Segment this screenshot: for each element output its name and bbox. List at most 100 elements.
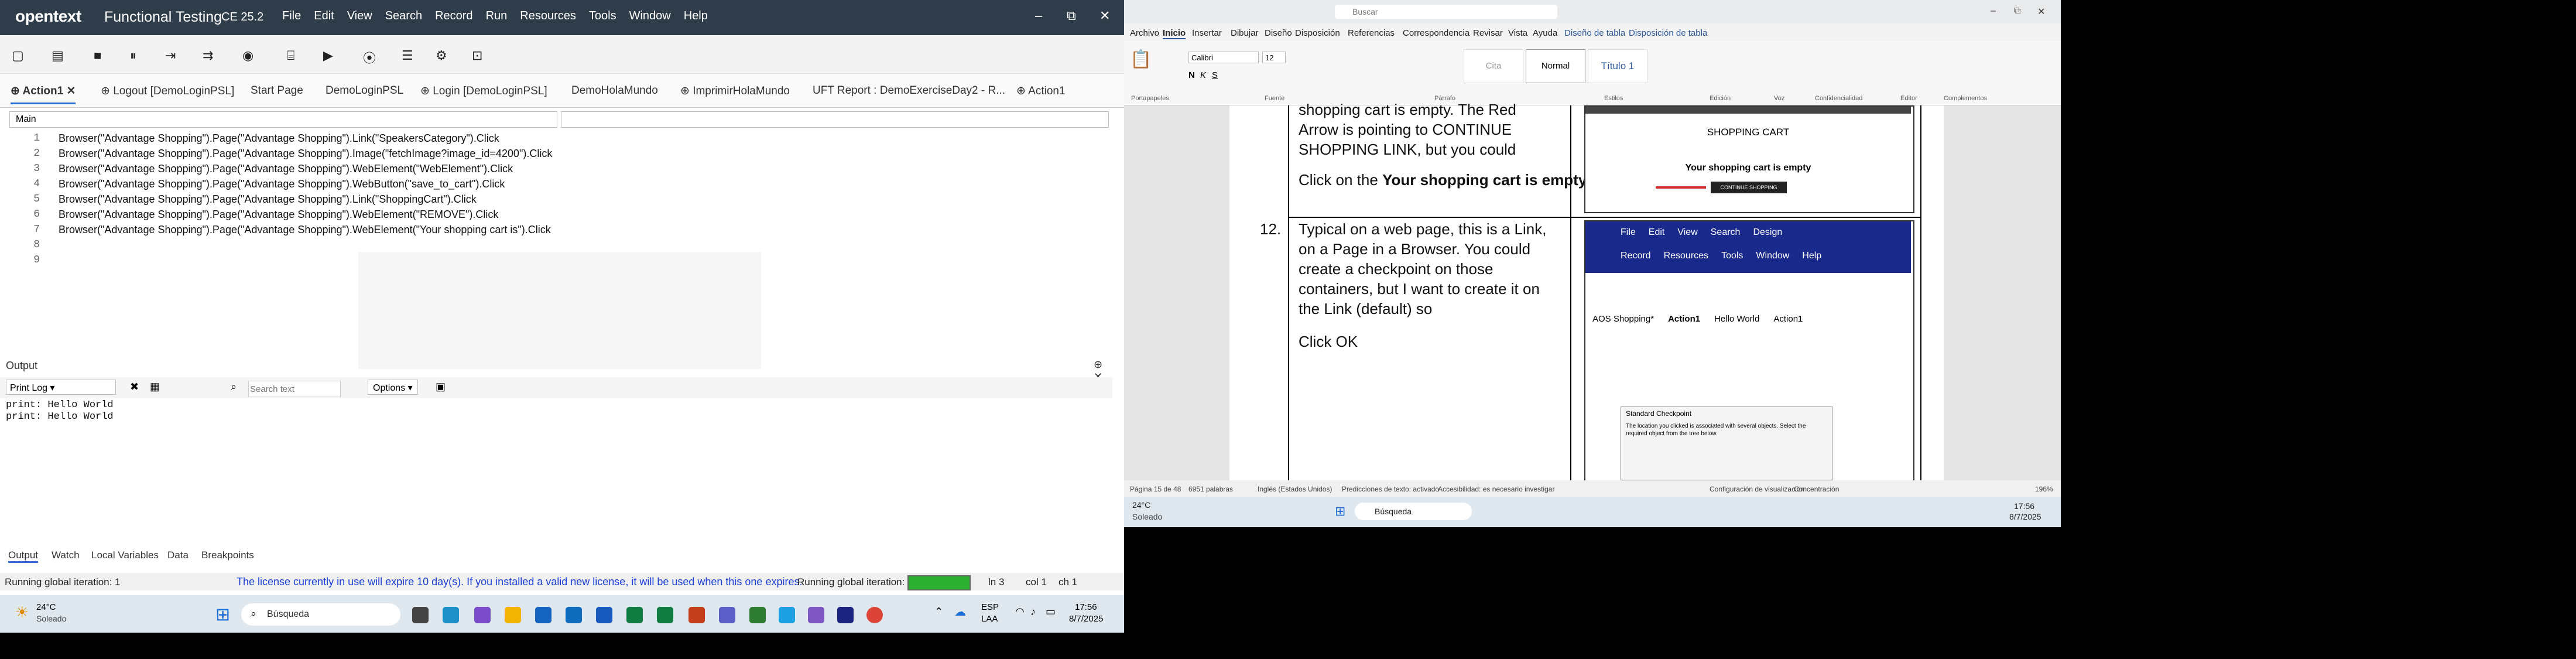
excel-icon-2[interactable] [657, 607, 673, 623]
teams-icon[interactable] [719, 607, 735, 623]
menu-search[interactable]: Search [385, 9, 422, 23]
screen-icon[interactable]: ⊡ [472, 48, 482, 63]
edge-icon[interactable] [443, 607, 459, 623]
code-line[interactable]: Browser("Advantage Shopping").Page("Adva… [59, 193, 477, 206]
powerpoint-icon[interactable] [688, 607, 705, 623]
menu-window[interactable]: Window [629, 9, 671, 23]
app-icon[interactable] [749, 607, 766, 623]
zoom-level[interactable]: 196% [2035, 485, 2053, 493]
tool-icon[interactable] [808, 607, 824, 623]
clock-date[interactable]: 8/7/2025 [2009, 512, 2041, 521]
cloud-icon[interactable]: ☁ [954, 605, 966, 619]
code-line[interactable]: Browser("Advantage Shopping").Page("Adva… [59, 132, 499, 145]
tab-insertar[interactable]: Insertar [1192, 28, 1222, 38]
code-line[interactable]: Browser("Advantage Shopping").Page("Adva… [59, 148, 552, 160]
tab-logout[interactable]: ⊕ Logout [DemoLoginPSL] [101, 84, 234, 98]
menu-resources[interactable]: Resources [520, 9, 576, 23]
code-line[interactable]: Browser("Advantage Shopping").Page("Adva… [59, 163, 513, 175]
paste-icon[interactable]: 📋 [1130, 49, 1152, 70]
chevron-up-icon[interactable]: ⌃ [934, 606, 943, 618]
code-line[interactable]: Browser("Advantage Shopping").Page("Adva… [59, 224, 551, 236]
tab-imprimirholamundo[interactable]: ⊕ ImprimirHolaMundo [680, 84, 790, 98]
close-button[interactable]: ✕ [2037, 6, 2045, 18]
table-icon[interactable]: ▦ [150, 381, 160, 393]
page-count[interactable]: Página 15 de 48 [1130, 485, 1181, 493]
outlook-icon[interactable] [566, 607, 582, 623]
battery-icon[interactable]: ▭ [1046, 606, 1056, 618]
menu-run[interactable]: Run [486, 9, 508, 23]
tab-data[interactable]: Data [167, 549, 189, 561]
run-icon[interactable]: ▶ [323, 48, 333, 63]
style-titulo1[interactable]: Título 1 [1588, 49, 1647, 83]
style-cita[interactable]: Cita [1464, 49, 1523, 83]
input-language[interactable]: ESP [981, 602, 999, 612]
accessibility-status[interactable]: Accesibilidad: es necesario investigar [1438, 485, 1554, 493]
start-icon[interactable]: ⊞ [1335, 504, 1345, 519]
minimize-button[interactable]: – [1991, 6, 1996, 16]
focus-mode[interactable]: Concentración [1794, 485, 1839, 493]
calendar-icon[interactable]: ▣ [436, 381, 446, 393]
text-predictions[interactable]: Predicciones de texto: activado [1342, 485, 1439, 493]
tab-correspondencia[interactable]: Correspondencia [1403, 28, 1469, 38]
print-log-select[interactable]: Print Log ▾ [6, 380, 116, 395]
store-icon[interactable] [535, 607, 551, 623]
tab-uft-report[interactable]: UFT Report : DemoExerciseDay2 - R... [813, 84, 1005, 97]
snipping-tool-icon[interactable] [779, 607, 795, 623]
record-icon[interactable]: ◉ [242, 48, 254, 63]
tab-action1-2[interactable]: ⊕ Action1 [1016, 84, 1066, 98]
font-name-select[interactable]: Calibri [1188, 52, 1259, 63]
tab-action1[interactable]: ⊕ Action1 ✕ [11, 84, 76, 104]
menu-view[interactable]: View [347, 9, 372, 23]
tab-breakpoints[interactable]: Breakpoints [201, 549, 254, 561]
menu-record[interactable]: Record [435, 9, 472, 23]
wifi-icon[interactable]: ◠ [1015, 606, 1025, 618]
open-icon[interactable]: ▤ [52, 48, 64, 63]
pause-icon[interactable]: ⏸ [130, 48, 136, 63]
code-line[interactable]: Browser("Advantage Shopping").Page("Adva… [59, 209, 498, 221]
archive-icon[interactable]: ⌸ [287, 48, 294, 63]
tab-diseno-tabla[interactable]: Diseño de tabla [1564, 28, 1625, 38]
tab-disposicion-tabla[interactable]: Disposición de tabla [1629, 28, 1707, 38]
tab-start-page[interactable]: Start Page [251, 84, 303, 97]
code-line[interactable]: Browser("Advantage Shopping").Page("Adva… [59, 178, 505, 190]
uft-taskbar-icon[interactable] [837, 607, 854, 623]
document-page[interactable]: shopping cart is empty. The Red Arrow is… [1229, 101, 1944, 483]
clock-time[interactable]: 17:56 [1075, 602, 1097, 612]
excel-icon[interactable] [626, 607, 643, 623]
tab-demoholamundo[interactable]: DemoHolaMundo [571, 84, 658, 97]
tab-output[interactable]: Output [8, 549, 39, 563]
underline-icon[interactable]: S [1212, 70, 1218, 80]
stop-icon[interactable]: ■ [94, 48, 101, 63]
restore-button[interactable]: ⧉ [1067, 8, 1076, 23]
tab-dibujar[interactable]: Dibujar [1231, 28, 1259, 38]
tab-watch[interactable]: Watch [52, 549, 80, 561]
scope-combo[interactable]: Main [9, 111, 557, 128]
close-button[interactable]: ✕ [1099, 8, 1110, 23]
menu-tools[interactable]: Tools [589, 9, 616, 23]
menu-help[interactable]: Help [684, 9, 708, 23]
task-view-icon[interactable] [412, 607, 429, 623]
tab-local-variables[interactable]: Local Variables [91, 549, 159, 561]
settings-icon[interactable]: ⚙ [436, 48, 447, 63]
tab-referencias[interactable]: Referencias [1348, 28, 1395, 38]
tab-vista[interactable]: Vista [1508, 28, 1527, 38]
tab-login[interactable]: ⊕ Login [DemoLoginPSL] [420, 84, 547, 98]
toggle-breakpoint-icon[interactable]: ⦿ [363, 48, 376, 67]
volume-icon[interactable]: ♪ [1030, 606, 1036, 618]
input-layout[interactable]: LAA [981, 614, 998, 624]
options-dropdown[interactable]: Options ▾ [368, 380, 418, 395]
step-over-icon[interactable]: ⇉ [203, 48, 213, 63]
taskbar-search[interactable]: ⌕ Búsqueda [241, 603, 400, 626]
clock-date[interactable]: 8/7/2025 [1069, 614, 1103, 624]
menu-edit[interactable]: Edit [314, 9, 334, 23]
style-normal[interactable]: Normal [1526, 49, 1585, 83]
output-search-input[interactable] [248, 381, 341, 397]
tab-disposicion[interactable]: Disposición [1295, 28, 1340, 38]
proofing-language[interactable]: Inglés (Estados Unidos) [1258, 485, 1332, 493]
file-explorer-icon[interactable] [505, 607, 521, 623]
step-into-icon[interactable]: ⇥ [165, 48, 176, 63]
clear-icon[interactable]: ✖ [130, 381, 139, 393]
new-icon[interactable]: ▢ [12, 48, 24, 63]
bold-icon[interactable]: N [1188, 70, 1195, 80]
clock-time[interactable]: 17:56 [2014, 501, 2034, 511]
